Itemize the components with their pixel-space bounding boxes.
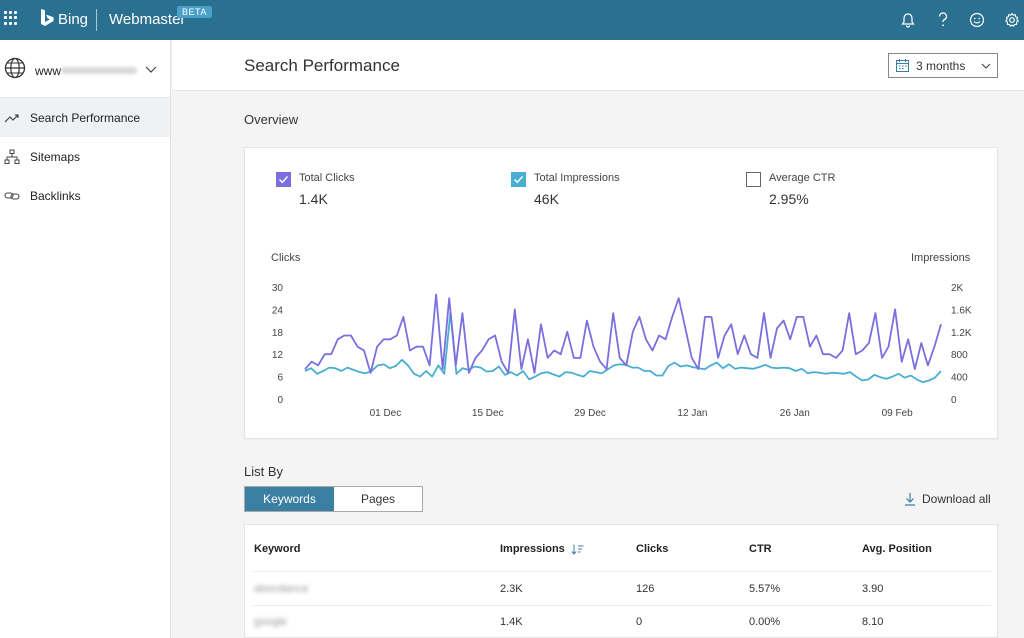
position-cell: 8.10 [862, 616, 884, 628]
impressions-cell: 2.3K [500, 583, 523, 595]
clicks-cell: 126 [636, 583, 655, 595]
left-axis-tick-label: 6 [277, 373, 283, 384]
left-axis-tick-label: 30 [272, 283, 284, 294]
calendar-icon [896, 59, 909, 72]
x-axis-tick-label: 29 Dec [574, 408, 606, 419]
date-range-value: 3 months [916, 59, 966, 73]
x-axis-tick-label: 26 Jan [780, 408, 810, 419]
right-axis-tick-label: 0 [951, 395, 957, 406]
x-axis-tick-label: 09 Feb [882, 408, 914, 419]
column-header-keyword[interactable]: Keyword [254, 543, 300, 555]
tab-pages[interactable]: Pages [334, 487, 422, 511]
left-axis-tick-label: 12 [272, 350, 284, 361]
row-divider [253, 605, 991, 606]
product-name[interactable]: Webmaster [109, 11, 185, 28]
column-header-ctr[interactable]: CTR [749, 543, 772, 555]
x-axis-tick-label: 12 Jan [677, 408, 707, 419]
chevron-down-icon[interactable] [145, 64, 157, 74]
overview-label: Overview [244, 112, 299, 127]
sidebar-item-label: Search Performance [30, 110, 141, 125]
sidebar-item-search-performance[interactable]: Search Performance [0, 98, 170, 137]
date-range-select[interactable]: 3 months [888, 53, 998, 78]
site-domain-redacted [61, 67, 137, 74]
overview-card: Total Clicks 1.4K Total Impressions 46K … [244, 147, 998, 439]
column-header-label: Impressions [500, 543, 565, 555]
position-cell: 3.90 [862, 583, 884, 595]
clicks-cell: 0 [636, 616, 643, 628]
bing-logo-icon[interactable] [40, 9, 54, 27]
list-by-toggle: Keywords Pages [244, 486, 423, 512]
ctr-cell: 0.00% [749, 616, 781, 628]
smiley-feedback-icon[interactable] [967, 10, 987, 30]
gear-icon[interactable] [1002, 10, 1022, 30]
right-axis-tick-label: 1.2K [951, 328, 972, 339]
page-title: Search Performance [244, 56, 400, 75]
x-axis-tick-label: 01 Dec [370, 408, 402, 419]
sidebar-item-sitemaps[interactable]: Sitemaps [0, 137, 170, 176]
sidebar: www Search Performance Sitemaps Backlink… [0, 40, 171, 638]
site-name: www [35, 64, 61, 78]
performance-line-chart[interactable]: 0 6 12 18 24 30 0 400 800 1.2K 1.6K 2K 01 Dec 15 Dec 2… [245, 148, 997, 438]
help-icon[interactable] [933, 10, 953, 30]
keyword-cell[interactable]: abondance [254, 583, 308, 595]
sidebar-item-label: Sitemaps [30, 149, 81, 164]
download-all-label: Download all [922, 492, 991, 506]
download-icon [905, 493, 915, 506]
globe-icon [4, 57, 26, 79]
site-selector[interactable]: www [0, 40, 170, 98]
x-axis-tick-label: 15 Dec [472, 408, 504, 419]
tab-keywords[interactable]: Keywords [245, 487, 334, 511]
sidebar-item-backlinks[interactable]: Backlinks [0, 176, 170, 215]
left-axis-tick-label: 24 [272, 305, 284, 316]
ctr-cell: 5.57% [749, 583, 781, 595]
beta-badge: BETA [177, 6, 212, 18]
list-by-label: List By [244, 464, 284, 479]
row-divider [253, 571, 991, 572]
right-axis-tick-label: 1.6K [951, 305, 972, 316]
sort-descending-icon[interactable] [571, 544, 584, 555]
download-all-button[interactable]: Download all [904, 492, 991, 506]
apps-grid-icon[interactable] [4, 11, 18, 25]
left-axis-tick-label: 18 [272, 328, 284, 339]
brand-divider [96, 9, 97, 31]
trend-line-icon [4, 113, 19, 122]
right-axis-tick-label: 400 [951, 373, 968, 384]
page-header: Search Performance 3 months [172, 40, 1024, 91]
keyword-cell[interactable]: google [254, 616, 287, 628]
bell-icon[interactable] [898, 10, 918, 30]
right-axis-tick-label: 2K [951, 283, 964, 294]
right-axis-tick-label: 800 [951, 350, 968, 361]
link-icon [4, 191, 20, 200]
left-axis-tick-label: 0 [277, 395, 283, 406]
keywords-table: Keyword Impressions Clicks CTR Avg. Posi… [244, 524, 998, 638]
impressions-cell: 1.4K [500, 616, 523, 628]
column-header-clicks[interactable]: Clicks [636, 543, 668, 555]
chevron-down-icon [981, 63, 991, 69]
column-header-avg-position[interactable]: Avg. Position [862, 543, 932, 555]
column-header-impressions[interactable]: Impressions [500, 543, 584, 555]
brand-name[interactable]: Bing [58, 11, 88, 28]
sidebar-item-label: Backlinks [30, 188, 81, 203]
top-bar: Bing Webmaster BETA [0, 0, 1024, 40]
sitemap-icon [4, 149, 20, 164]
